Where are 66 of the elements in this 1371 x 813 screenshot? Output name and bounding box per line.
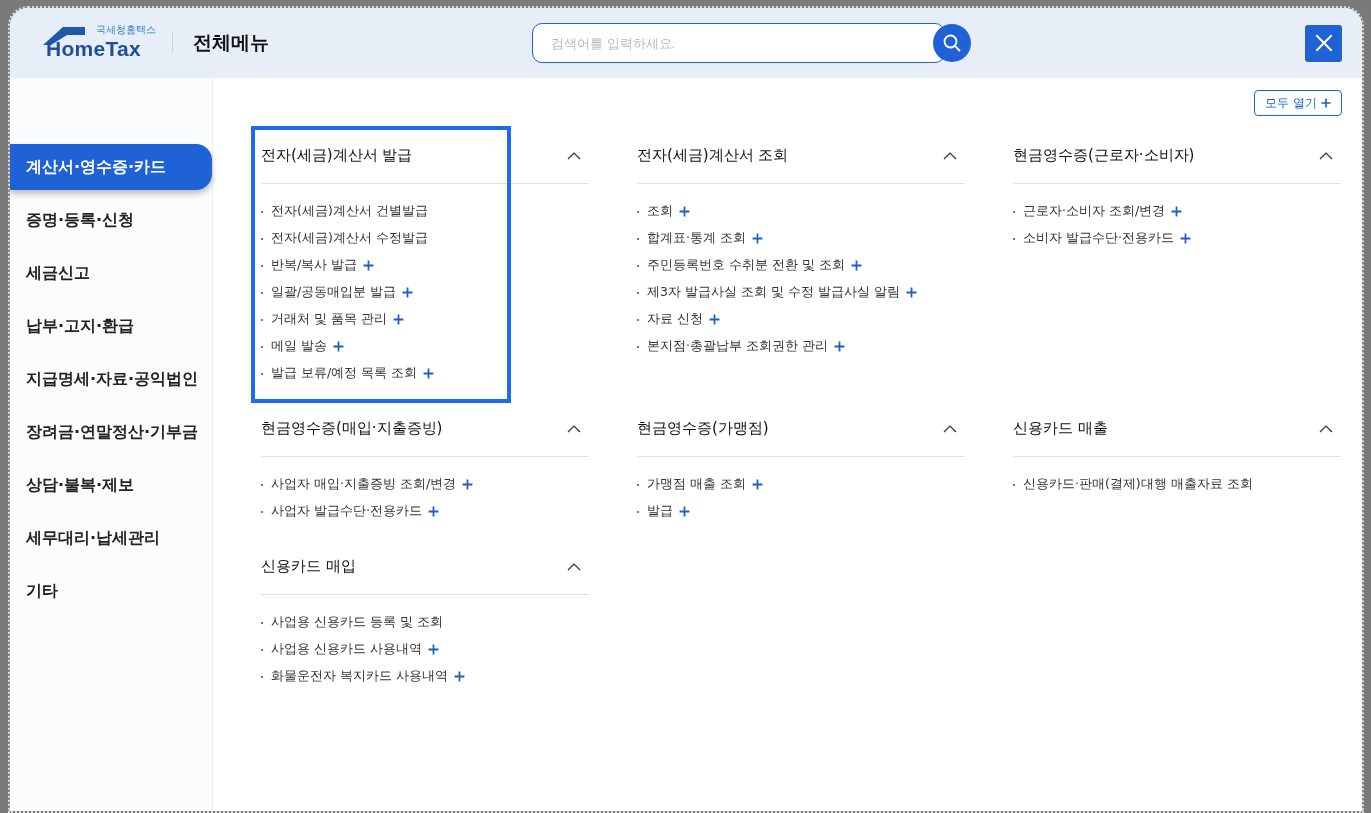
sidebar-item[interactable]: 세금신고 [10,250,212,296]
sidebar-item[interactable]: 기타 [10,568,212,614]
menu-link[interactable]: 근로자·소비자 조회/변경 [1023,203,1166,220]
section-title: 현금영수증(가맹점) [637,419,769,438]
menu-link[interactable]: 거래처 및 품목 관리 [271,311,387,328]
menu-link[interactable]: 사업자 발급수단·전용카드 [271,503,422,520]
section-title: 현금영수증(근로자·소비자) [1013,146,1195,165]
sidebar-item[interactable]: 계산서·영수증·카드 [10,144,212,190]
sidebar-item[interactable]: 증명·등록·신청 [10,197,212,243]
menu-link[interactable]: 자료 신청 [647,311,703,328]
logo-subtitle: 국세청홈택스 [96,23,156,37]
menu-link[interactable]: 전자(세금)계산서 수정발급 [271,230,428,247]
plus-icon[interactable] [1179,233,1191,244]
sidebar-item[interactable]: 상담·불복·제보 [10,462,212,508]
plus-icon[interactable] [905,287,917,298]
menu-link[interactable]: 화물운전자 복지카드 사용내역 [271,668,448,685]
expand-all-button[interactable]: 모두 열기 [1254,90,1342,116]
plus-icon [1321,98,1331,108]
menu-link[interactable]: 메일 발송 [271,338,327,355]
menu-link[interactable]: 본지점·총괄납부 조회권한 관리 [647,338,828,355]
menu-link[interactable]: 신용카드·판매(결제)대행 매출자료 조회 [1023,476,1253,493]
sidebar-item[interactable]: 장려금·연말정산·기부금 [10,409,212,455]
plus-icon[interactable] [392,314,404,325]
menu-link[interactable]: 발급 [647,503,673,520]
sidebar-item[interactable]: 납부·고지·환급 [10,303,212,349]
menu-link[interactable]: 사업용 신용카드 사용내역 [271,641,422,658]
menu-link[interactable]: 사업자 매입·지출증빙 조회/변경 [271,476,457,493]
sidebar-item[interactable]: 세무대리·납세관리 [10,515,212,561]
plus-icon[interactable] [462,479,474,490]
plus-icon[interactable] [679,206,690,217]
plus-icon[interactable] [402,287,414,298]
menu-link[interactable]: 가맹점 매출 조회 [647,476,746,493]
section-title: 전자(세금)계산서 조회 [637,146,789,165]
plus-icon[interactable] [751,479,763,490]
plus-icon[interactable] [751,233,763,244]
plus-icon[interactable] [427,644,439,655]
menu-link[interactable]: 제3자 발급사실 조회 및 수정 발급사실 알림 [647,284,900,301]
menu-link[interactable]: 발급 보류/예정 목록 조회 [271,365,418,382]
search-field[interactable]: 검색어를 입력하세요. [532,23,945,63]
menu-link[interactable]: 주민등록번호 수취분 전환 및 조회 [647,257,845,274]
section-title: 신용카드 매입 [261,557,356,576]
menu-link[interactable]: 조회 [647,203,673,220]
section-title: 현금영수증(매입·지출증빙) [261,419,443,438]
menu-link[interactable]: 소비자 발급수단·전용카드 [1023,230,1174,247]
logo-wordmark: HomeTax [46,37,142,61]
menu-link[interactable]: 전자(세금)계산서 건별발급 [271,203,428,220]
search-icon [942,33,962,53]
menu-link[interactable]: 사업용 신용카드 등록 및 조회 [271,614,443,631]
plus-icon[interactable] [1171,206,1183,217]
sidebar-item[interactable]: 지급명세·자료·공익법인 [10,356,212,402]
plus-icon[interactable] [709,314,720,325]
page-title: 전체메뉴 [193,30,269,55]
section-title: 전자(세금)계산서 발급 [261,146,413,165]
menu-link[interactable]: 일괄/공동매입분 발급 [271,284,397,301]
plus-icon[interactable] [679,506,690,517]
plus-icon[interactable] [333,341,344,352]
plus-icon[interactable] [427,506,439,517]
plus-icon[interactable] [453,671,465,682]
menu-link[interactable]: 반복/복사 발급 [271,257,358,274]
plus-icon[interactable] [850,260,862,271]
plus-icon[interactable] [423,368,435,379]
section-title: 신용카드 매출 [1013,419,1108,438]
plus-icon[interactable] [363,260,375,271]
plus-icon[interactable] [833,341,845,352]
menu-link[interactable]: 합계표·통계 조회 [647,230,746,247]
close-button[interactable] [1305,24,1342,62]
